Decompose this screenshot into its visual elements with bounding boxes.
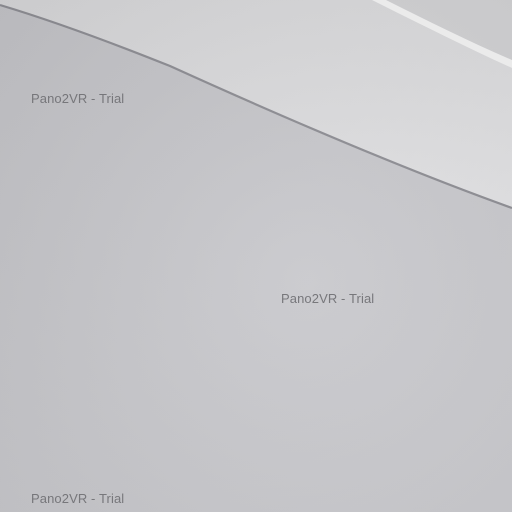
watermark-text: Pano2VR - Trial [281,291,375,306]
panorama-view[interactable]: Pano2VR - Trial Pano2VR - Trial Pano2VR … [0,0,512,512]
panorama-image [0,0,512,512]
watermark-text: Pano2VR - Trial [31,91,125,106]
watermark-text: Pano2VR - Trial [31,491,125,506]
